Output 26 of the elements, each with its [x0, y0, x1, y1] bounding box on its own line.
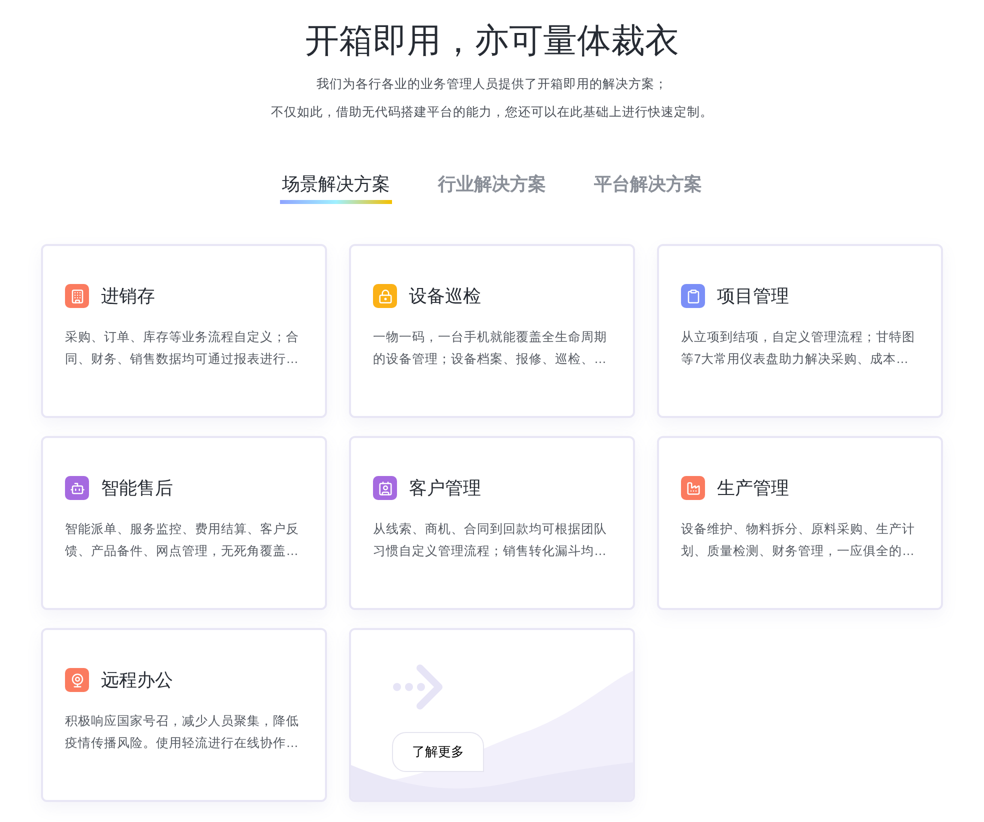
solution-card[interactable]: 进销存 采购、订单、库存等业务流程自定义；合同、财务、销售数据均可通过报表进行…: [41, 244, 327, 418]
solution-card[interactable]: 生产管理 设备维护、物料拆分、原料采购、生产计划、质量检测、财务管理，一应俱全的…: [657, 436, 943, 610]
solution-card[interactable]: 设备巡检 一物一码，一台手机就能覆盖全生命周期的设备管理；设备档案、报修、巡检、…: [349, 244, 635, 418]
subtitle-line: 我们为各行各业的业务管理人员提供了开箱即用的解决方案；: [316, 76, 668, 93]
solution-card[interactable]: 智能售后 智能派单、服务监控、费用结算、客户反馈、产品备件、网点管理，无死角覆盖…: [41, 436, 327, 610]
solution-card[interactable]: 客户管理 从线索、商机、合同到回款均可根据团队习惯自定义管理流程；销售转化漏斗均…: [349, 436, 635, 610]
learn-more-button[interactable]: 了解更多: [392, 732, 484, 772]
card-description: 智能派单、服务监控、费用结算、客户反馈、产品备件、网点管理，无死角覆盖…: [65, 521, 300, 560]
subtitle-line: 不仅如此，借助无代码搭建平台的能力，您还可以在此基础上进行快速定制。: [271, 104, 713, 121]
card-description: 一物一码，一台手机就能覆盖全生命周期的设备管理；设备档案、报修、巡检、…: [373, 329, 608, 368]
solution-tab[interactable]: 场景解决方案: [280, 172, 392, 204]
solution-card[interactable]: 项目管理 从立项到结项，自定义管理流程；甘特图等7大常用仪表盘助力解决采购、成本…: [657, 244, 943, 418]
card-title: 进销存: [101, 285, 155, 308]
card-description: 从立项到结项，自定义管理流程；甘特图等7大常用仪表盘助力解决采购、成本…: [681, 329, 916, 368]
card-description: 采购、订单、库存等业务流程自定义；合同、财务、销售数据均可通过报表进行…: [65, 329, 300, 368]
card-title: 项目管理: [717, 285, 789, 308]
card-title: 智能售后: [101, 477, 173, 500]
solution-card[interactable]: 远程办公 积极响应国家号召，减少人员聚集，降低疫情传播风险。使用轻流进行在线协作…: [41, 628, 327, 802]
page-title: 开箱即用，亦可量体裁衣: [305, 21, 679, 62]
card-description: 设备维护、物料拆分、原料采购、生产计划、质量检测、财务管理，一应俱全的…: [681, 521, 916, 560]
card-title: 设备巡检: [409, 285, 481, 308]
card-title: 生产管理: [717, 477, 789, 500]
card-title: 客户管理: [409, 477, 481, 500]
card-description: 从线索、商机、合同到回款均可根据团队习惯自定义管理流程；销售转化漏斗均…: [373, 521, 608, 560]
card-description: 积极响应国家号召，减少人员聚集，降低疫情传播风险。使用轻流进行在线协作…: [65, 713, 300, 752]
card-title: 远程办公: [101, 669, 173, 692]
